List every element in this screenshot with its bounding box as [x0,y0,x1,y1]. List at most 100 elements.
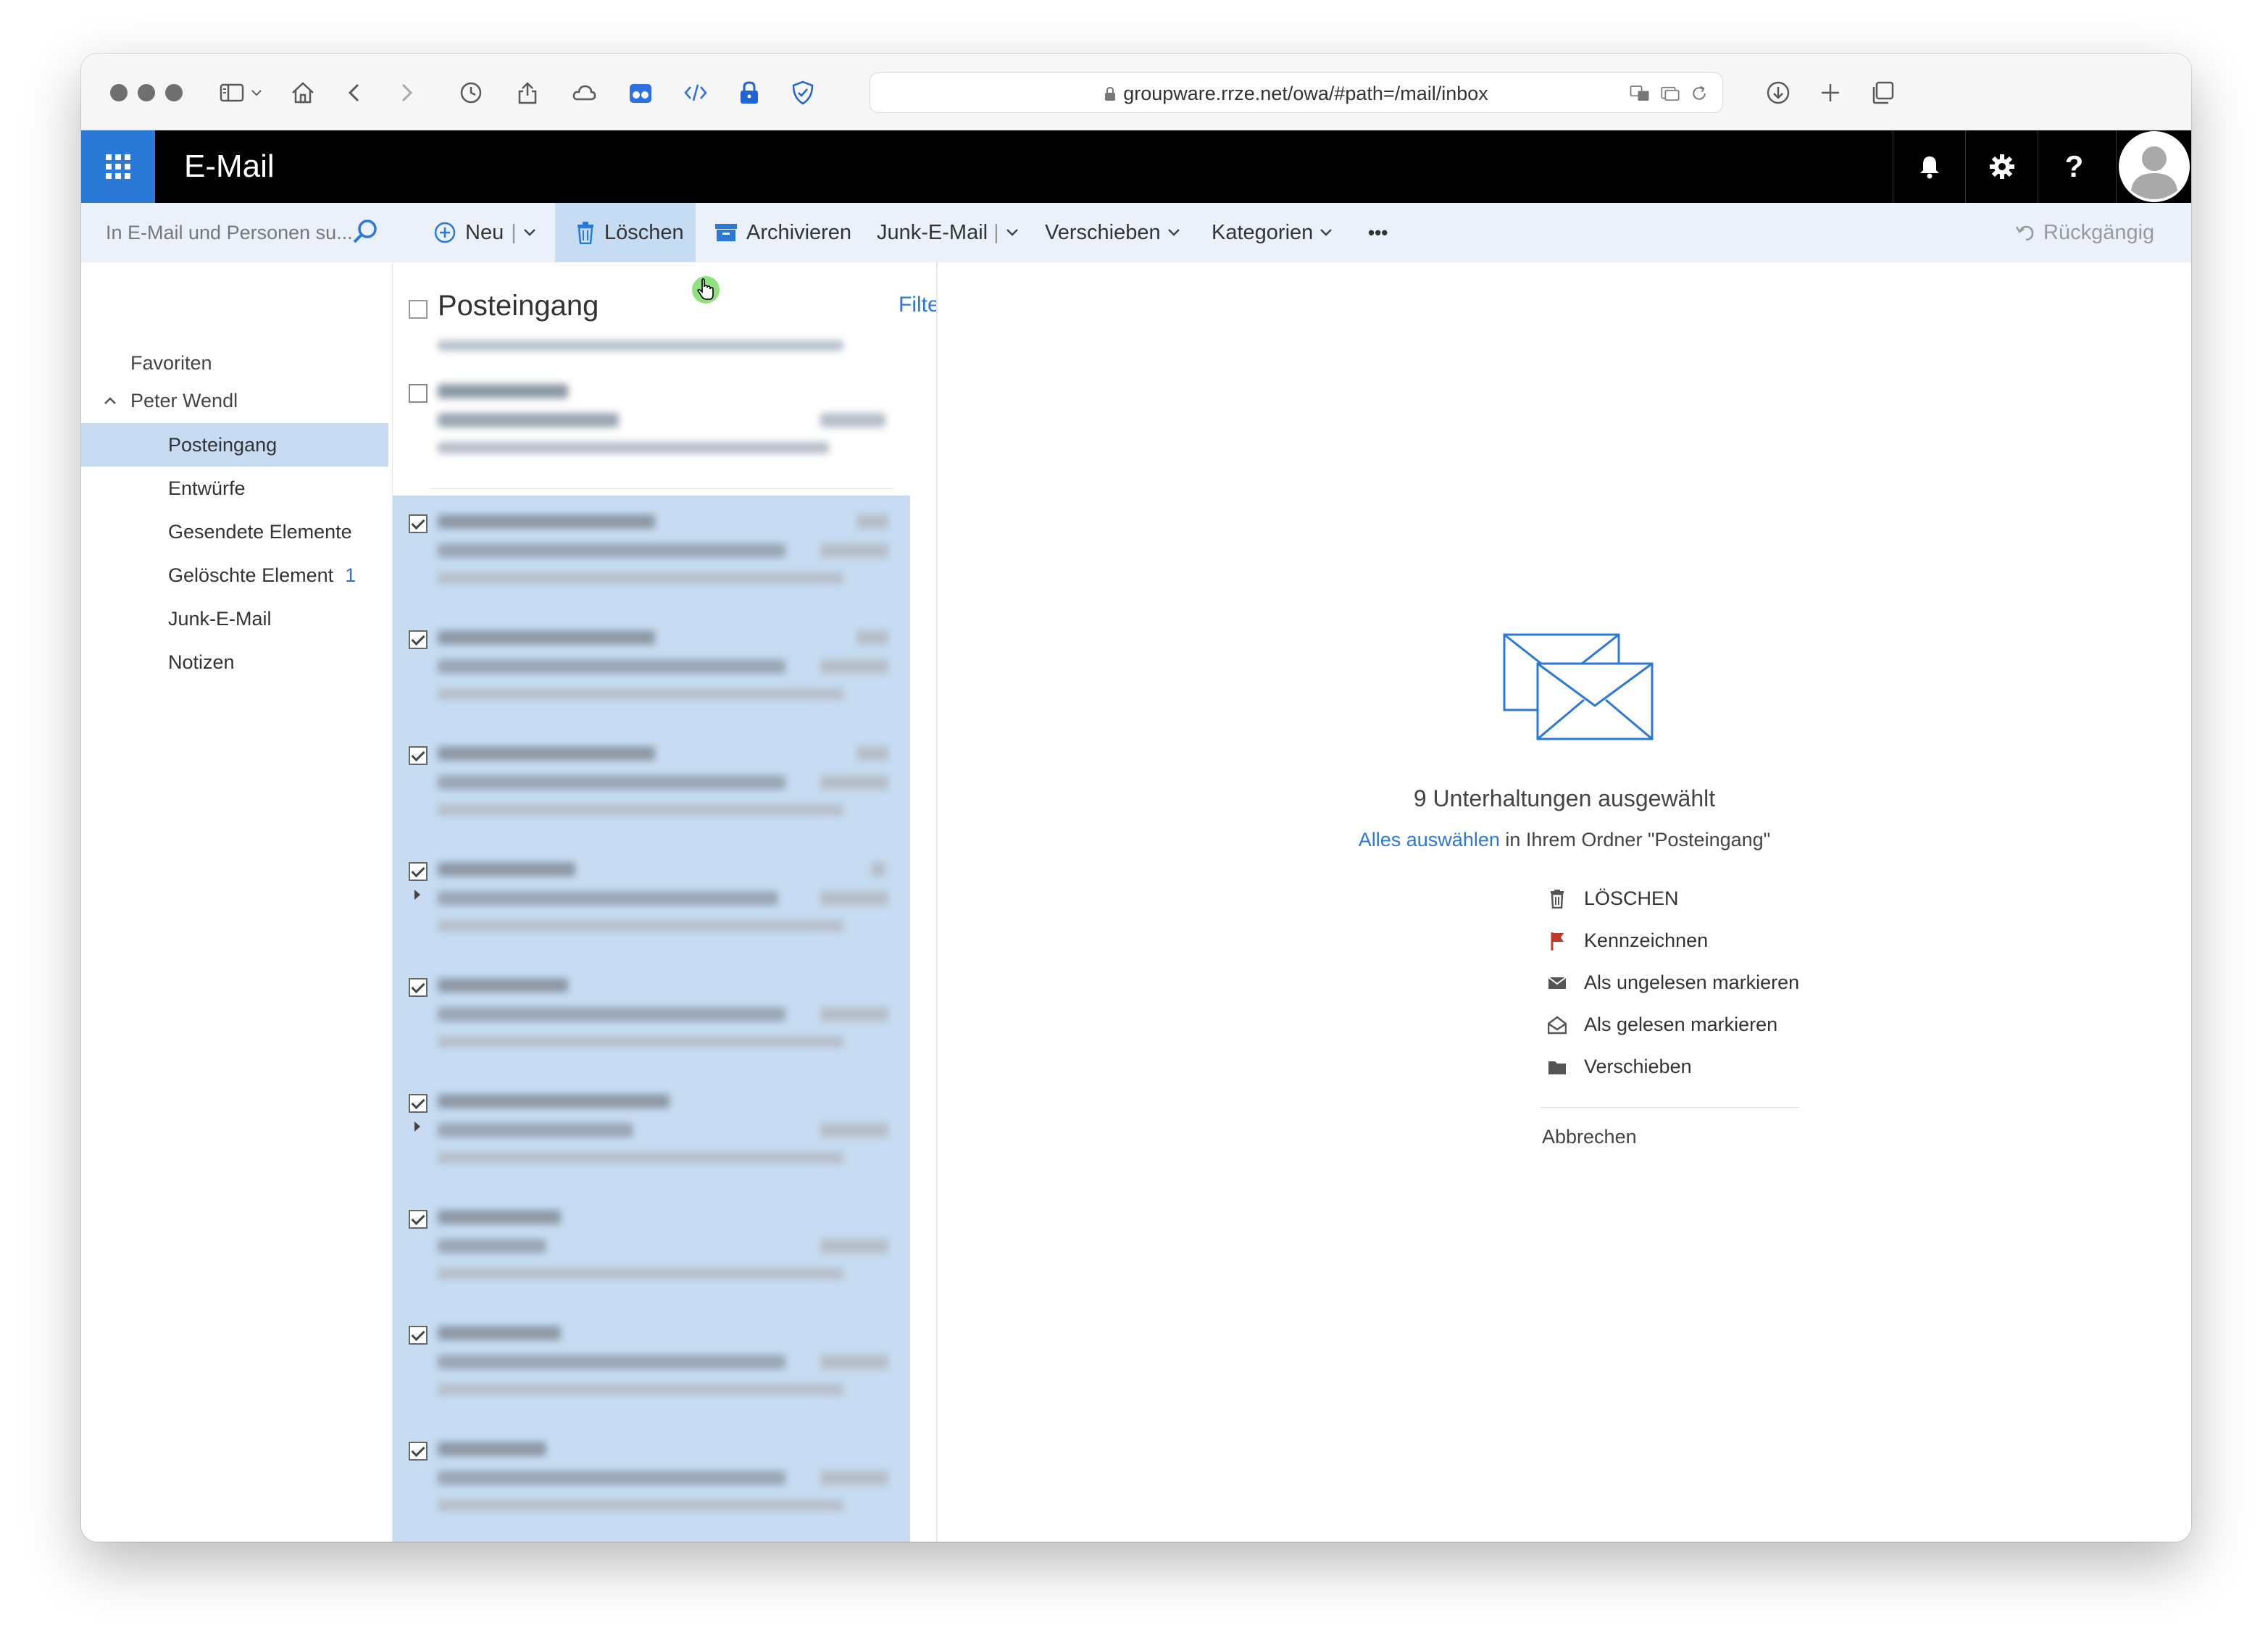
zoom-window-button[interactable] [165,84,183,101]
new-button[interactable]: Neu | [433,203,537,262]
minimize-window-button[interactable] [138,84,155,101]
row-checkbox[interactable] [409,862,428,881]
move-button[interactable]: Verschieben [1045,203,1181,262]
folder-item-junk[interactable]: Junk-E-Mail [81,597,388,640]
action-label: Kennzeichnen [1584,929,1709,951]
more-commands-button[interactable]: ••• [1368,203,1388,262]
extension-icon[interactable] [619,71,662,114]
translate-icon[interactable] [1624,72,1656,115]
row-checkbox[interactable] [409,630,428,649]
gear-icon [1989,154,2014,179]
row-checkbox[interactable] [409,514,428,533]
list-item[interactable] [393,959,910,1075]
folder-label: Posteingang [168,434,278,456]
select-all-link[interactable]: Alles auswählen [1359,829,1500,851]
app-launcher-button[interactable] [81,130,155,203]
junk-button[interactable]: Junk-E-Mail | [877,203,1020,262]
delete-button[interactable]: Löschen [555,203,696,262]
chevron-down-icon[interactable] [1005,225,1020,240]
list-item[interactable] [393,611,910,727]
new-button-label: Neu [465,220,504,244]
bell-icon [1919,156,1939,179]
list-item[interactable] [393,1307,910,1423]
cloud-icon[interactable] [562,71,606,114]
archive-button[interactable]: Archivieren [714,203,851,262]
folder-label: Gelöschte Element [168,564,334,586]
row-checkbox[interactable] [409,1094,428,1113]
row-checkbox[interactable] [409,1326,428,1345]
expand-conversation-icon[interactable] [414,1121,420,1132]
list-item[interactable] [393,843,910,959]
folder-item-gesendete-elemente[interactable]: Gesendete Elemente [81,510,388,553]
account-header[interactable]: Peter Wendl [130,390,238,412]
new-tab-icon[interactable] [1809,71,1852,114]
list-item[interactable] [393,496,910,611]
reader-icon[interactable] [1654,72,1686,115]
row-checkbox[interactable] [409,1442,428,1461]
download-icon[interactable] [1756,71,1800,114]
undo-button[interactable]: Rückgängig [2014,203,2154,262]
select-all-checkbox[interactable] [409,300,428,319]
row-checkbox[interactable] [409,1210,428,1229]
list-item[interactable] [393,1191,910,1307]
search-box[interactable]: In E-Mail und Personen su... [81,203,393,262]
undo-button-label: Rückgängig [2043,220,2155,244]
row-checkbox[interactable] [409,384,428,403]
avatar[interactable] [2116,130,2191,203]
delete-button-label: Löschen [604,220,684,244]
list-item[interactable] [393,727,910,843]
reading-pane: 9 Unterhaltungen ausgewählt Alles auswäh… [938,262,2191,1542]
list-item[interactable] [393,1423,910,1539]
collapse-chevron-icon[interactable] [103,396,117,406]
expand-conversation-icon[interactable] [414,890,420,900]
folder-item-entwuerfe[interactable]: Entwürfe [81,467,388,510]
history-icon[interactable] [449,71,493,114]
action-label: Verschieben [1584,1056,1692,1077]
forward-icon[interactable] [384,71,428,114]
close-window-button[interactable] [110,84,128,101]
archive-button-label: Archivieren [746,220,852,244]
folder-item-geloeschte-elemente[interactable]: Gelöschte Element 1 [81,553,388,597]
notifications-button[interactable] [1893,130,1965,203]
select-all-suffix: in Ihrem Ordner "Posteingang" [1499,829,1771,851]
lock-icon[interactable] [727,71,771,114]
folder-label: Junk-E-Mail [168,608,272,630]
help-button[interactable]: ? [2038,130,2110,203]
search-icon[interactable] [351,217,380,246]
code-icon[interactable] [674,71,717,114]
move-button-label: Verschieben [1045,220,1161,244]
tabs-overview-icon[interactable] [1861,71,1904,114]
flag-icon [1551,932,1564,951]
shield-icon[interactable] [781,71,825,114]
list-item[interactable] [393,1075,910,1191]
folder-item-notizen[interactable]: Notizen [81,640,388,684]
share-icon[interactable] [506,71,549,114]
row-checkbox[interactable] [409,978,428,997]
selection-summary: 9 Unterhaltungen ausgewählt [1413,785,1716,811]
archive-icon [715,224,737,241]
reload-icon[interactable] [1683,72,1715,115]
settings-button[interactable] [1965,130,2038,203]
folder-label: Notizen [168,651,235,673]
junk-button-label: Junk-E-Mail [877,220,988,244]
message-list: Posteingang Filter [393,262,1006,1542]
categories-button[interactable]: Kategorien [1212,203,1333,262]
back-icon[interactable] [333,71,377,114]
chevron-down-icon[interactable] [242,71,271,114]
envelopes-icon [1503,633,1654,740]
search-input[interactable]: In E-Mail und Personen su... [106,203,353,262]
browser-toolbar: groupware.rrze.net/owa/#path=/mail/inbox [81,54,2191,130]
undo-icon [2015,225,2034,241]
folder-item-posteingang[interactable]: Posteingang [81,423,388,467]
favorites-header[interactable]: Favoriten [130,352,212,375]
list-item[interactable] [393,371,910,487]
trash-icon [578,222,593,244]
row-checkbox[interactable] [409,746,428,765]
address-bar[interactable]: groupware.rrze.net/owa/#path=/mail/inbox [870,72,1723,113]
chevron-down-icon[interactable] [522,225,537,240]
home-icon[interactable] [281,71,325,114]
cancel-link[interactable]: Abbrechen [1542,1126,1637,1148]
chevron-down-icon [1320,229,1333,236]
list-title: Posteingang [438,290,599,322]
user-avatar-icon [2118,131,2190,202]
